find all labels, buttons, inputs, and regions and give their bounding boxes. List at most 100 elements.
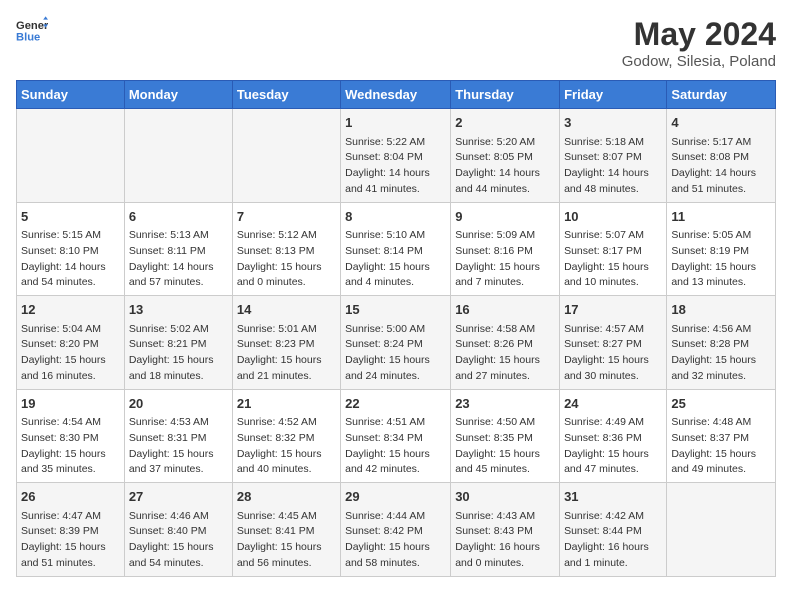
day-info-line: Sunrise: 5:01 AM <box>237 322 336 338</box>
day-info-line: Sunset: 8:13 PM <box>237 244 336 260</box>
location-title: Godow, Silesia, Poland <box>622 53 776 70</box>
day-header-tuesday: Tuesday <box>232 81 340 109</box>
day-number: 27 <box>129 487 228 507</box>
calendar-table: SundayMondayTuesdayWednesdayThursdayFrid… <box>16 80 776 577</box>
day-cell: 26Sunrise: 4:47 AMSunset: 8:39 PMDayligh… <box>17 483 125 577</box>
day-cell <box>17 109 125 203</box>
day-info-line: Sunset: 8:44 PM <box>564 524 662 540</box>
day-info-line: Daylight: 14 hours and 57 minutes. <box>129 260 228 292</box>
day-cell: 24Sunrise: 4:49 AMSunset: 8:36 PMDayligh… <box>560 389 667 483</box>
day-info-line: Sunset: 8:14 PM <box>345 244 446 260</box>
day-header-saturday: Saturday <box>667 81 776 109</box>
day-cell: 12Sunrise: 5:04 AMSunset: 8:20 PMDayligh… <box>17 296 125 390</box>
day-info-line: Sunset: 8:41 PM <box>237 524 336 540</box>
day-cell: 25Sunrise: 4:48 AMSunset: 8:37 PMDayligh… <box>667 389 776 483</box>
day-cell: 3 Sunrise: 5:18 AMSunset: 8:07 PMDaylight… <box>560 109 667 203</box>
day-cell: 13Sunrise: 5:02 AMSunset: 8:21 PMDayligh… <box>124 296 232 390</box>
day-header-thursday: Thursday <box>451 81 560 109</box>
day-info-line: Sunrise: 4:48 AM <box>671 415 771 431</box>
day-info-line: Sunrise: 4:53 AM <box>129 415 228 431</box>
day-number: 6 <box>129 207 228 227</box>
day-info-line: Daylight: 14 hours and 41 minutes. <box>345 166 446 198</box>
day-info-line: Sunrise: 5:15 AM <box>21 228 120 244</box>
day-info-line: Sunset: 8:26 PM <box>455 337 555 353</box>
day-info-line: Sunrise: 5:09 AM <box>455 228 555 244</box>
day-info-line: Daylight: 14 hours and 48 minutes. <box>564 166 662 198</box>
day-cell: 28Sunrise: 4:45 AMSunset: 8:41 PMDayligh… <box>232 483 340 577</box>
day-cell <box>667 483 776 577</box>
day-info-line: Daylight: 15 hours and 49 minutes. <box>671 447 771 479</box>
day-number: 21 <box>237 394 336 414</box>
day-info-line: Sunrise: 4:56 AM <box>671 322 771 338</box>
day-cell: 30Sunrise: 4:43 AMSunset: 8:43 PMDayligh… <box>451 483 560 577</box>
day-info-line: Sunset: 8:31 PM <box>129 431 228 447</box>
day-info-line: Daylight: 15 hours and 40 minutes. <box>237 447 336 479</box>
day-info-line: Sunset: 8:16 PM <box>455 244 555 260</box>
day-number: 1 <box>345 113 446 133</box>
day-info-line: Sunset: 8:07 PM <box>564 150 662 166</box>
day-cell: 18Sunrise: 4:56 AMSunset: 8:28 PMDayligh… <box>667 296 776 390</box>
day-info-line: Sunrise: 4:57 AM <box>564 322 662 338</box>
day-info-line: Sunset: 8:42 PM <box>345 524 446 540</box>
day-header-sunday: Sunday <box>17 81 125 109</box>
day-cell: 29Sunrise: 4:44 AMSunset: 8:42 PMDayligh… <box>341 483 451 577</box>
day-cell: 11Sunrise: 5:05 AMSunset: 8:19 PMDayligh… <box>667 202 776 296</box>
day-header-monday: Monday <box>124 81 232 109</box>
day-info-line: Sunset: 8:39 PM <box>21 524 120 540</box>
day-info-line: Sunrise: 4:58 AM <box>455 322 555 338</box>
day-info-line: Daylight: 14 hours and 54 minutes. <box>21 260 120 292</box>
day-info-line: Daylight: 15 hours and 18 minutes. <box>129 353 228 385</box>
day-number: 7 <box>237 207 336 227</box>
day-info-line: Daylight: 15 hours and 35 minutes. <box>21 447 120 479</box>
day-info-line: Sunset: 8:43 PM <box>455 524 555 540</box>
day-number: 24 <box>564 394 662 414</box>
day-info-line: Sunset: 8:36 PM <box>564 431 662 447</box>
day-info-line: Daylight: 15 hours and 47 minutes. <box>564 447 662 479</box>
day-number: 14 <box>237 300 336 320</box>
day-info-line: Sunrise: 5:20 AM <box>455 135 555 151</box>
day-cell: 6Sunrise: 5:13 AMSunset: 8:11 PMDaylight… <box>124 202 232 296</box>
day-info-line: Sunrise: 5:18 AM <box>564 135 662 151</box>
day-cell: 5Sunrise: 5:15 AMSunset: 8:10 PMDaylight… <box>17 202 125 296</box>
day-info-line: Sunrise: 5:00 AM <box>345 322 446 338</box>
day-info-line: Sunrise: 4:50 AM <box>455 415 555 431</box>
day-cell: 8Sunrise: 5:10 AMSunset: 8:14 PMDaylight… <box>341 202 451 296</box>
day-info-line: Daylight: 15 hours and 7 minutes. <box>455 260 555 292</box>
day-cell: 20Sunrise: 4:53 AMSunset: 8:31 PMDayligh… <box>124 389 232 483</box>
day-info-line: Sunset: 8:27 PM <box>564 337 662 353</box>
day-cell <box>124 109 232 203</box>
title-area: May 2024 Godow, Silesia, Poland <box>622 16 776 70</box>
day-number: 28 <box>237 487 336 507</box>
day-number: 3 <box>564 113 662 133</box>
day-info-line: Sunset: 8:08 PM <box>671 150 771 166</box>
day-info-line: Daylight: 15 hours and 58 minutes. <box>345 540 446 572</box>
day-info-line: Daylight: 15 hours and 51 minutes. <box>21 540 120 572</box>
day-number: 19 <box>21 394 120 414</box>
week-row-2: 5Sunrise: 5:15 AMSunset: 8:10 PMDaylight… <box>17 202 776 296</box>
day-number: 31 <box>564 487 662 507</box>
day-number: 4 <box>671 113 771 133</box>
day-cell: 7Sunrise: 5:12 AMSunset: 8:13 PMDaylight… <box>232 202 340 296</box>
day-info-line: Sunset: 8:05 PM <box>455 150 555 166</box>
day-info-line: Sunset: 8:23 PM <box>237 337 336 353</box>
day-header-row: SundayMondayTuesdayWednesdayThursdayFrid… <box>17 81 776 109</box>
svg-text:Blue: Blue <box>16 31 40 43</box>
day-info-line: Daylight: 15 hours and 4 minutes. <box>345 260 446 292</box>
day-info-line: Daylight: 14 hours and 51 minutes. <box>671 166 771 198</box>
day-info-line: Daylight: 15 hours and 24 minutes. <box>345 353 446 385</box>
day-number: 23 <box>455 394 555 414</box>
day-cell: 23Sunrise: 4:50 AMSunset: 8:35 PMDayligh… <box>451 389 560 483</box>
day-info-line: Daylight: 15 hours and 42 minutes. <box>345 447 446 479</box>
day-info-line: Sunrise: 5:17 AM <box>671 135 771 151</box>
day-info-line: Sunrise: 4:44 AM <box>345 509 446 525</box>
calendar-header: SundayMondayTuesdayWednesdayThursdayFrid… <box>17 81 776 109</box>
day-info-line: Daylight: 15 hours and 30 minutes. <box>564 353 662 385</box>
day-cell: 22Sunrise: 4:51 AMSunset: 8:34 PMDayligh… <box>341 389 451 483</box>
svg-text:General: General <box>16 20 48 32</box>
day-number: 22 <box>345 394 446 414</box>
day-info-line: Daylight: 15 hours and 13 minutes. <box>671 260 771 292</box>
day-info-line: Daylight: 15 hours and 27 minutes. <box>455 353 555 385</box>
day-info-line: Sunrise: 4:47 AM <box>21 509 120 525</box>
day-info-line: Sunrise: 4:54 AM <box>21 415 120 431</box>
day-info-line: Daylight: 15 hours and 16 minutes. <box>21 353 120 385</box>
